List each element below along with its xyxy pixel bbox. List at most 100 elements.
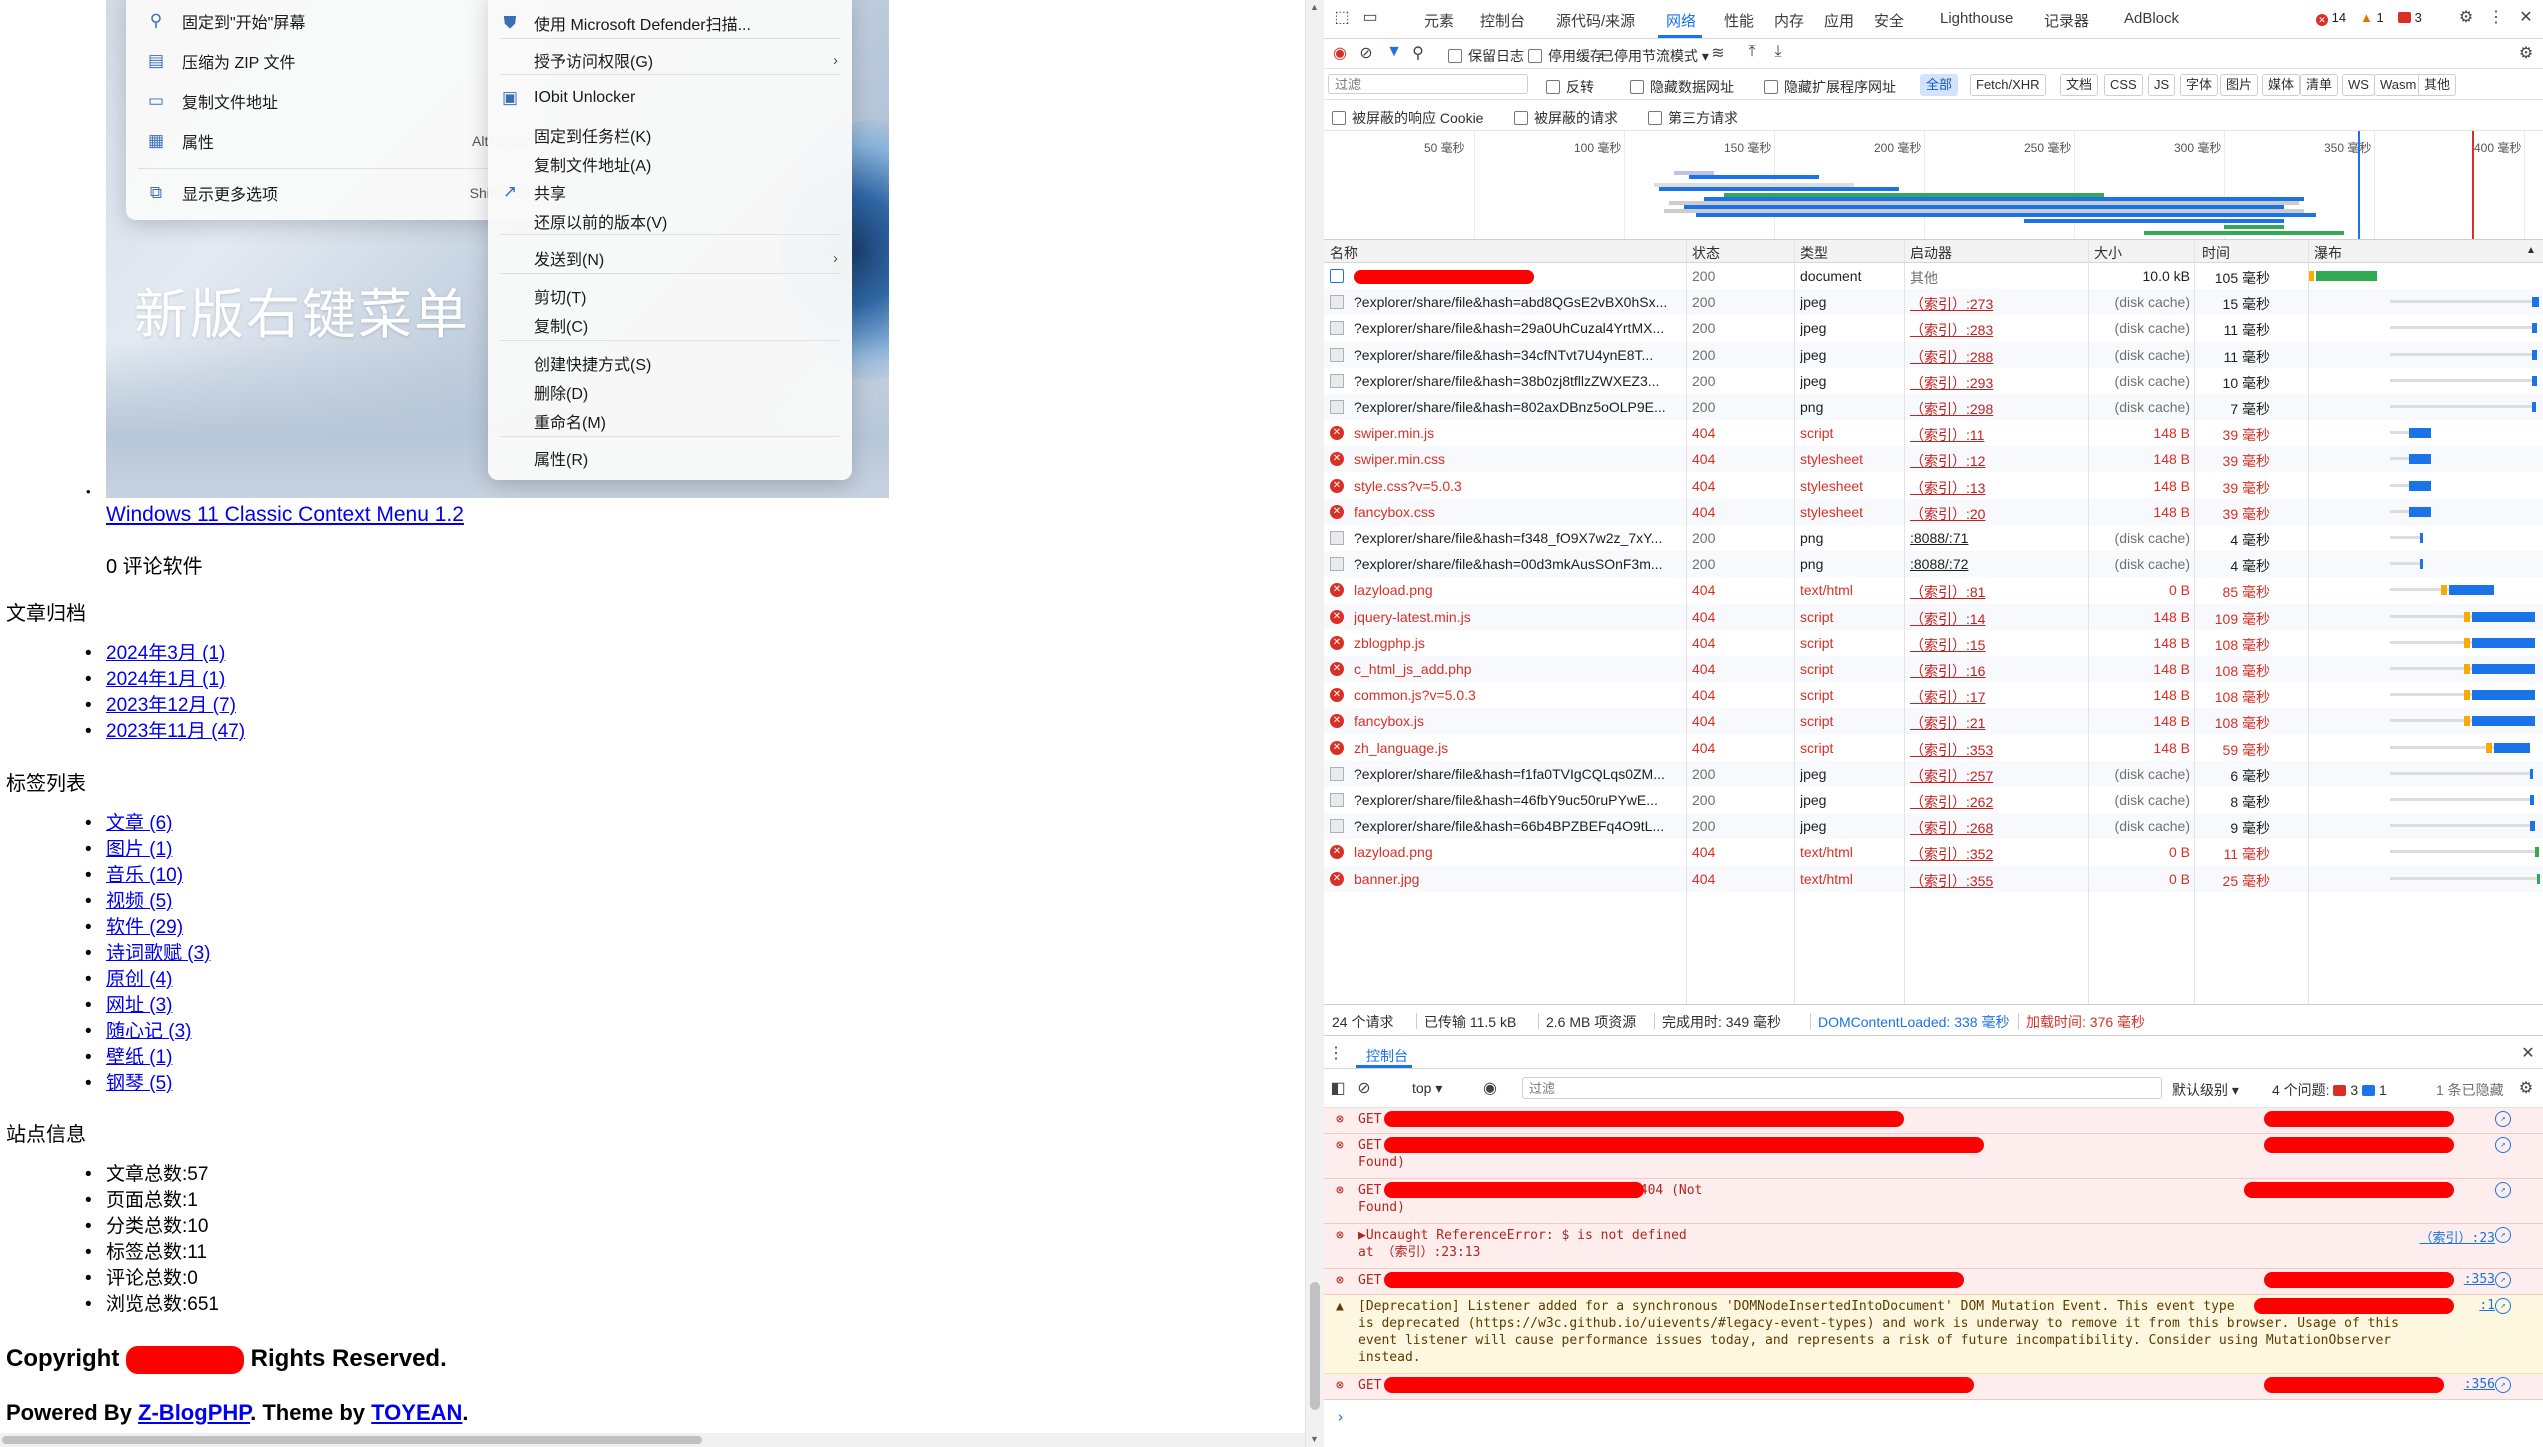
hide-data-urls-checkbox[interactable]: 隐藏数据网址 — [1630, 77, 1734, 97]
column-header[interactable]: 名称 — [1330, 243, 1358, 263]
table-row[interactable]: ✕ style.css?v=5.0.3 404 stylesheet （索引）:13 14… — [1324, 473, 2543, 499]
request-initiator[interactable]: （索引）:283 — [1910, 320, 2070, 340]
console-error[interactable]: ⊗GET zh_language.js net::ERR_ABORTED 404… — [1324, 1179, 2543, 1224]
filter-type-button[interactable]: Wasm — [2374, 74, 2423, 96]
filter-type-button[interactable]: CSS — [2104, 74, 2143, 96]
request-initiator[interactable]: （索引）:355 — [1910, 871, 2070, 891]
initiator-link[interactable]: （索引）:268 — [1910, 820, 1993, 836]
initiator-link[interactable]: （索引）:352 — [1910, 846, 1993, 862]
scroll-down-icon[interactable]: ▼ — [1310, 1434, 1319, 1444]
request-name[interactable]: ?explorer/share/file&hash=38b0zj8tfllzZW… — [1354, 373, 1684, 389]
request-name[interactable]: swiper.min.js — [1354, 425, 1684, 441]
filter-type-button[interactable]: Fetch/XHR — [1970, 74, 2046, 96]
devtools-tab[interactable]: 控制台 — [1480, 10, 1525, 31]
initiator-link[interactable]: （索引）:293 — [1910, 375, 1993, 391]
request-name[interactable]: swiper.min.css — [1354, 451, 1684, 467]
request-initiator[interactable]: （索引）:288 — [1910, 347, 2070, 367]
console-error[interactable]: ⊗GET .js net::ERR_ABORTED 404 (Not Found… — [1324, 1108, 2543, 1134]
device-toolbar-icon[interactable]: ▭ — [1360, 8, 1380, 28]
more-options-icon[interactable]: ⋮ — [2486, 8, 2506, 28]
sort-arrow-icon[interactable]: ▲ — [2526, 245, 2536, 256]
checkbox-box[interactable] — [1648, 111, 1662, 125]
initiator-link[interactable]: （索引）:13 — [1910, 480, 1985, 496]
table-row[interactable]: ?explorer/share/file&hash=34cfNTvt7U4ynE… — [1324, 341, 2543, 368]
console-source-link[interactable]: :356 — [2464, 1377, 2495, 1392]
initiator-link[interactable]: （索引）:11 — [1910, 427, 1984, 443]
devtools-tab[interactable]: 性能 — [1724, 10, 1754, 31]
reveal-source-icon[interactable]: ↗ — [2495, 1227, 2511, 1243]
list-link[interactable]: 网址 (3) — [106, 995, 173, 1016]
scroll-up-icon[interactable]: ▲ — [1310, 2, 1319, 12]
table-row[interactable]: ✕ zblogphp.js 404 script （索引）:15 148 B 108 毫秒 — [1324, 630, 2543, 656]
filter-type-button[interactable]: 全部 — [1920, 74, 1959, 96]
issue-count-badge[interactable]: 3 — [2398, 10, 2422, 25]
filter-type-button[interactable]: 其他 — [2418, 74, 2457, 96]
request-name[interactable]: ?explorer/share/file&hash=f348_fO9X7w2z_… — [1354, 530, 1684, 546]
list-link[interactable]: 软件 (29) — [106, 917, 183, 938]
scrollbar-thumb[interactable] — [2, 1436, 702, 1444]
initiator-link[interactable]: （索引）:262 — [1910, 794, 1993, 810]
column-header[interactable]: 类型 — [1800, 243, 1828, 263]
initiator-link[interactable]: （索引）:288 — [1910, 349, 1993, 365]
list-link[interactable]: 钢琴 (5) — [106, 1073, 173, 1094]
checkbox-box[interactable] — [1764, 80, 1778, 94]
request-initiator[interactable]: （索引）:14 — [1910, 609, 2070, 629]
request-name[interactable]: lazyload.png — [1354, 582, 1684, 598]
import-har-icon[interactable]: ⤒ — [1742, 43, 1762, 61]
reveal-source-icon[interactable]: ↗ — [2495, 1111, 2511, 1127]
network-conditions-icon[interactable]: ≋ — [1708, 43, 1728, 63]
request-initiator[interactable]: （索引）:13 — [1910, 478, 2070, 498]
request-name[interactable]: ?explorer/share/file&hash=29a0UhCuzal4Yr… — [1354, 320, 1684, 336]
request-initiator[interactable]: （索引）:293 — [1910, 373, 2070, 393]
devtools-tab[interactable]: 记录器 — [2044, 10, 2089, 31]
request-name[interactable]: ?explorer/share/file&hash=34cfNTvt7U4ynE… — [1354, 347, 1684, 363]
checkbox-box[interactable] — [1630, 80, 1644, 94]
devtools-tab[interactable]: 应用 — [1824, 10, 1854, 31]
reveal-source-icon[interactable]: ↗ — [2495, 1137, 2511, 1153]
request-name[interactable]: c_html_js_add.php — [1354, 661, 1684, 677]
reveal-source-icon[interactable]: ↗ — [2495, 1377, 2511, 1393]
context-menu-item[interactable]: 复制文件地址(A) — [488, 149, 852, 179]
request-initiator[interactable]: （索引）:298 — [1910, 399, 2070, 419]
request-name[interactable]: ?explorer/share/file&hash=46fbY9uc50ruPY… — [1354, 792, 1684, 808]
console-clear-icon[interactable]: ⊘ — [1354, 1078, 1374, 1098]
devtools-tab[interactable]: 元素 — [1424, 10, 1454, 31]
request-initiator[interactable]: （索引）:11 — [1910, 425, 2070, 445]
filter-type-button[interactable]: 图片 — [2220, 74, 2259, 96]
filter-type-button[interactable]: 文档 — [2060, 74, 2099, 96]
request-name[interactable]: zblogphp.js — [1354, 635, 1684, 651]
table-row[interactable]: ✕ banner.jpg 404 text/html （索引）:355 0 B 25 毫秒 — [1324, 865, 2543, 892]
filter-type-button[interactable]: JS — [2148, 74, 2176, 96]
vertical-scrollbar[interactable]: ▲ ▼ — [1305, 0, 1324, 1447]
table-row[interactable]: 200 document 其他 10.0 kB 105 毫秒 — [1324, 263, 2543, 289]
context-menu-item[interactable]: ⧉显示更多选项Shift+F10 — [126, 178, 550, 208]
column-header[interactable]: 瀑布 — [2314, 243, 2342, 263]
request-initiator[interactable]: （索引）:16 — [1910, 661, 2070, 681]
issues-link[interactable]: 4 个问题: 3 1 — [2272, 1080, 2387, 1100]
network-overview-timeline[interactable]: 50 毫秒 100 毫秒 150 毫秒 200 毫秒 250 毫秒 300 毫秒 350 毫… — [1324, 131, 2543, 240]
scrollbar-thumb[interactable] — [1310, 1282, 1320, 1410]
initiator-link[interactable]: （索引）:16 — [1910, 663, 1985, 679]
context-menu-item[interactable]: 剪切(T) — [488, 281, 852, 311]
reveal-source-icon[interactable]: ↗ — [2495, 1272, 2511, 1288]
table-row[interactable]: ?explorer/share/file&hash=46fbY9uc50ruPY… — [1324, 787, 2543, 813]
list-link[interactable]: 文章 (6) — [106, 813, 173, 834]
table-row[interactable]: ✕ jquery-latest.min.js 404 script （索引）:14 148… — [1324, 603, 2543, 630]
devtools-tab[interactable]: 安全 — [1874, 10, 1904, 31]
hide-extension-urls-checkbox[interactable]: 隐藏扩展程序网址 — [1764, 77, 1896, 97]
context-menu-item[interactable]: 属性(R) — [488, 443, 852, 473]
console-error[interactable]: ⊗ ▶Uncaught ReferenceError: $ is not defi… — [1324, 1224, 2543, 1269]
filter-type-button[interactable]: WS — [2342, 74, 2375, 96]
console-warning[interactable]: ▲ [Deprecation] Listener added for a sync… — [1324, 1295, 2543, 1374]
context-menu-item[interactable]: ▣ IObit Unlocker — [488, 83, 852, 113]
list-link[interactable]: 音乐 (10) — [106, 865, 183, 886]
request-initiator[interactable]: （索引）:21 — [1910, 713, 2070, 733]
context-menu-item[interactable]: ↗ 共享 — [488, 177, 852, 207]
context-menu-item[interactable]: 授予访问权限(G) › — [488, 45, 852, 75]
disable-cache-checkbox[interactable]: 停用缓存 — [1528, 46, 1604, 66]
request-initiator[interactable]: （索引）:15 — [1910, 635, 2070, 655]
devtools-tab[interactable]: Lighthouse — [1940, 10, 2013, 27]
network-settings-icon[interactable]: ⚙ — [2516, 43, 2536, 63]
console-filter-input[interactable]: 过滤 — [1522, 1077, 2162, 1099]
table-row[interactable]: ?explorer/share/file&hash=00d3mkAusSOnF3… — [1324, 551, 2543, 578]
